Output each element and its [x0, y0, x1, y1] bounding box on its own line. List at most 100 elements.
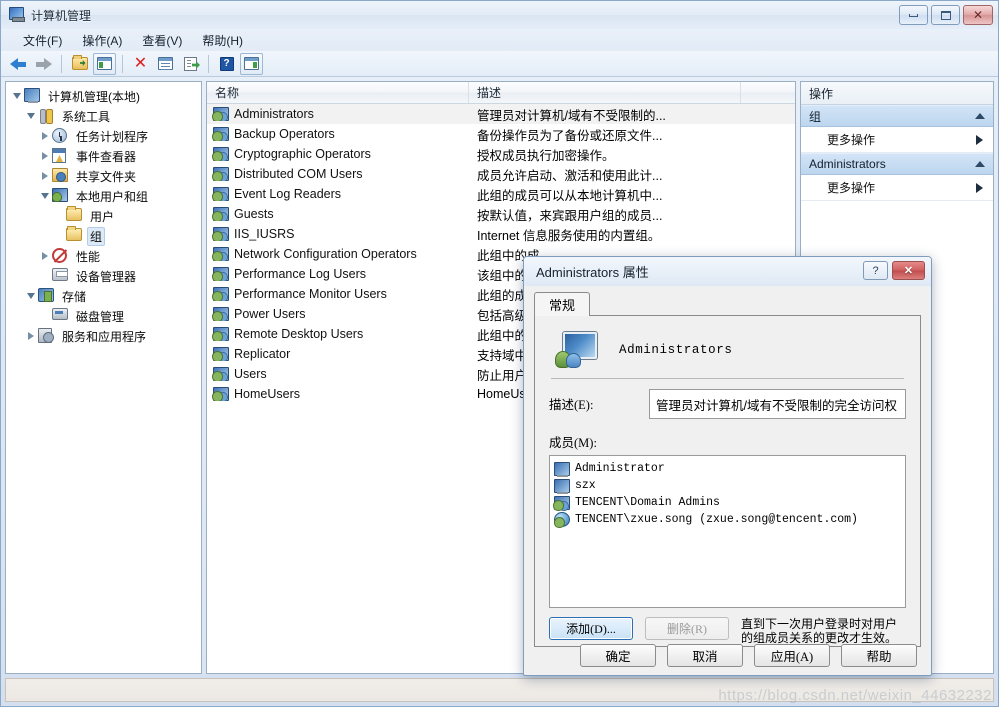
- dialog-help-button[interactable]: ?: [863, 261, 888, 280]
- table-row[interactable]: Guests 按默认值，来宾跟用户组的成员...: [207, 204, 795, 224]
- group-name-text: IIS_IUSRS: [234, 227, 295, 241]
- help-button[interactable]: 帮助: [841, 644, 917, 667]
- dialog-close-button[interactable]: ✕: [892, 261, 925, 280]
- tree-node-9[interactable]: 设备管理器: [10, 266, 201, 286]
- ok-button[interactable]: 确定: [580, 644, 656, 667]
- tree-node-0[interactable]: 计算机管理(本地): [10, 86, 201, 106]
- expand-triangle-icon[interactable]: [24, 329, 38, 343]
- cell-description: 成员允许启动、激活和使用此计...: [477, 168, 663, 183]
- delete-button[interactable]: ✕: [129, 53, 152, 75]
- dialog-title-bar[interactable]: Administrators 属性 ? ✕: [524, 257, 931, 286]
- menu-action[interactable]: 操作(A): [74, 30, 130, 51]
- tree-node-5[interactable]: 本地用户和组: [10, 186, 201, 206]
- tree-node-12[interactable]: 服务和应用程序: [10, 326, 201, 346]
- tree-node-10[interactable]: 存储: [10, 286, 201, 306]
- tree-node-7[interactable]: 组: [10, 226, 201, 246]
- cell-name: Backup Operators: [207, 127, 469, 141]
- menu-view[interactable]: 查看(V): [134, 30, 190, 51]
- expand-triangle-icon[interactable]: [38, 169, 52, 183]
- group-name-text: Remote Desktop Users: [234, 327, 364, 341]
- tree-node-6[interactable]: 用户: [10, 206, 201, 226]
- group-icon: [212, 127, 229, 141]
- forward-arrow-icon: [35, 57, 52, 71]
- maximize-icon: [940, 10, 951, 20]
- cell-description: 管理员对计算机/域有不受限制的...: [477, 108, 666, 123]
- tree-node-label: 存储: [62, 289, 87, 304]
- tree-node-8[interactable]: 性能: [10, 246, 201, 266]
- collapse-triangle-icon[interactable]: [38, 189, 52, 203]
- export-list-button[interactable]: [179, 53, 202, 75]
- minimize-button[interactable]: [899, 5, 928, 25]
- dialog-group-name: Administrators: [619, 343, 733, 357]
- member-list-item[interactable]: szx: [554, 477, 901, 494]
- cancel-button[interactable]: 取消: [667, 644, 743, 667]
- menu-help[interactable]: 帮助(H): [194, 30, 251, 51]
- table-row[interactable]: Backup Operators 备份操作员为了备份或还原文件...: [207, 124, 795, 144]
- storage-icon: [38, 288, 55, 304]
- tree-node-4[interactable]: 共享文件夹: [10, 166, 201, 186]
- cell-name: Remote Desktop Users: [207, 327, 469, 341]
- group-icon: [212, 347, 229, 361]
- cell-name: Event Log Readers: [207, 187, 469, 201]
- expand-triangle-icon[interactable]: [38, 129, 52, 143]
- apply-button[interactable]: 应用(A): [754, 644, 830, 667]
- tree-node-label: 设备管理器: [76, 269, 137, 284]
- action-item-more-actions-administrators[interactable]: 更多操作: [801, 175, 993, 201]
- member-list-item[interactable]: Administrator: [554, 460, 901, 477]
- minimize-icon: [909, 13, 918, 17]
- table-row[interactable]: IIS_IUSRS Internet 信息服务使用的内置组。: [207, 224, 795, 244]
- action-item-more-actions-groups[interactable]: 更多操作: [801, 127, 993, 153]
- console-tree-pane: 计算机管理(本地) 系统工具 任务计划程序 事件查看器 共享文件夹 本地用户和组 用户组性能…: [5, 81, 202, 674]
- tree-node-2[interactable]: 任务计划程序: [10, 126, 201, 146]
- up-folder-button[interactable]: [68, 53, 91, 75]
- action-item-label: 更多操作: [827, 181, 876, 195]
- menu-file[interactable]: 文件(F): [15, 30, 70, 51]
- shared-folder-icon: [52, 168, 69, 184]
- table-row[interactable]: Administrators 管理员对计算机/域有不受限制的...: [207, 104, 795, 124]
- title-bar[interactable]: 计算机管理 ✕: [1, 1, 998, 29]
- tree-node-label: 计算机管理(本地): [48, 89, 140, 104]
- back-button[interactable]: [7, 53, 30, 75]
- window-controls: ✕: [899, 5, 993, 25]
- forward-button[interactable]: [32, 53, 55, 75]
- help-button-toolbar[interactable]: ?: [215, 53, 238, 75]
- properties-button[interactable]: [154, 53, 177, 75]
- add-member-button[interactable]: 添加(D)...: [549, 617, 633, 640]
- expand-triangle-icon[interactable]: [38, 149, 52, 163]
- collapse-triangle-icon[interactable]: [24, 289, 38, 303]
- description-input[interactable]: 管理员对计算机/域有不受限制的完全访问权: [649, 389, 906, 419]
- column-header-description[interactable]: 描述: [469, 82, 741, 103]
- show-hide-tree-button[interactable]: [93, 52, 116, 75]
- tree-node-1[interactable]: 系统工具: [10, 106, 201, 126]
- members-listbox[interactable]: Administrator szx TENCENT\Domain Admins TEN…: [549, 455, 906, 608]
- cell-name: Performance Log Users: [207, 267, 469, 281]
- table-row[interactable]: Event Log Readers 此组的成员可以从本地计算机中...: [207, 184, 795, 204]
- close-button[interactable]: ✕: [963, 5, 993, 25]
- column-header-name[interactable]: 名称: [207, 82, 469, 103]
- collapse-triangle-icon[interactable]: [24, 109, 38, 123]
- action-group-header-administrators[interactable]: Administrators: [801, 153, 993, 175]
- table-row[interactable]: Distributed COM Users 成员允许启动、激活和使用此计...: [207, 164, 795, 184]
- export-list-icon: [184, 56, 197, 71]
- group-name-text: Cryptographic Operators: [234, 147, 371, 161]
- menu-bar: 文件(F) 操作(A) 查看(V) 帮助(H): [1, 29, 998, 51]
- action-group-header-groups[interactable]: 组: [801, 105, 993, 127]
- group-icon: [212, 107, 229, 121]
- computer-management-icon: [9, 7, 25, 23]
- tab-general[interactable]: 常规: [534, 292, 591, 316]
- tree-node-11[interactable]: 磁盘管理: [10, 306, 201, 326]
- show-action-pane-button[interactable]: [240, 52, 263, 75]
- toolbar: ✕ ?: [1, 51, 998, 77]
- expand-triangle-icon[interactable]: [38, 249, 52, 263]
- member-list-item[interactable]: TENCENT\Domain Admins: [553, 494, 901, 511]
- maximize-button[interactable]: [931, 5, 960, 25]
- collapse-triangle-icon[interactable]: [10, 89, 24, 103]
- group-icon: [212, 327, 229, 341]
- cell-name: Administrators: [207, 107, 469, 121]
- member-buttons-row: 添加(D)... 删除(R) 直到下一次用户登录时对用户的组成员关系的更改才生效…: [549, 617, 906, 645]
- member-list-item[interactable]: TENCENT\zxue.song (zxue.song@tencent.com…: [554, 511, 901, 528]
- cell-description: 按默认值，来宾跟用户组的成员...: [477, 208, 663, 223]
- member-name: szx: [575, 479, 596, 492]
- tree-node-3[interactable]: 事件查看器: [10, 146, 201, 166]
- table-row[interactable]: Cryptographic Operators 授权成员执行加密操作。: [207, 144, 795, 164]
